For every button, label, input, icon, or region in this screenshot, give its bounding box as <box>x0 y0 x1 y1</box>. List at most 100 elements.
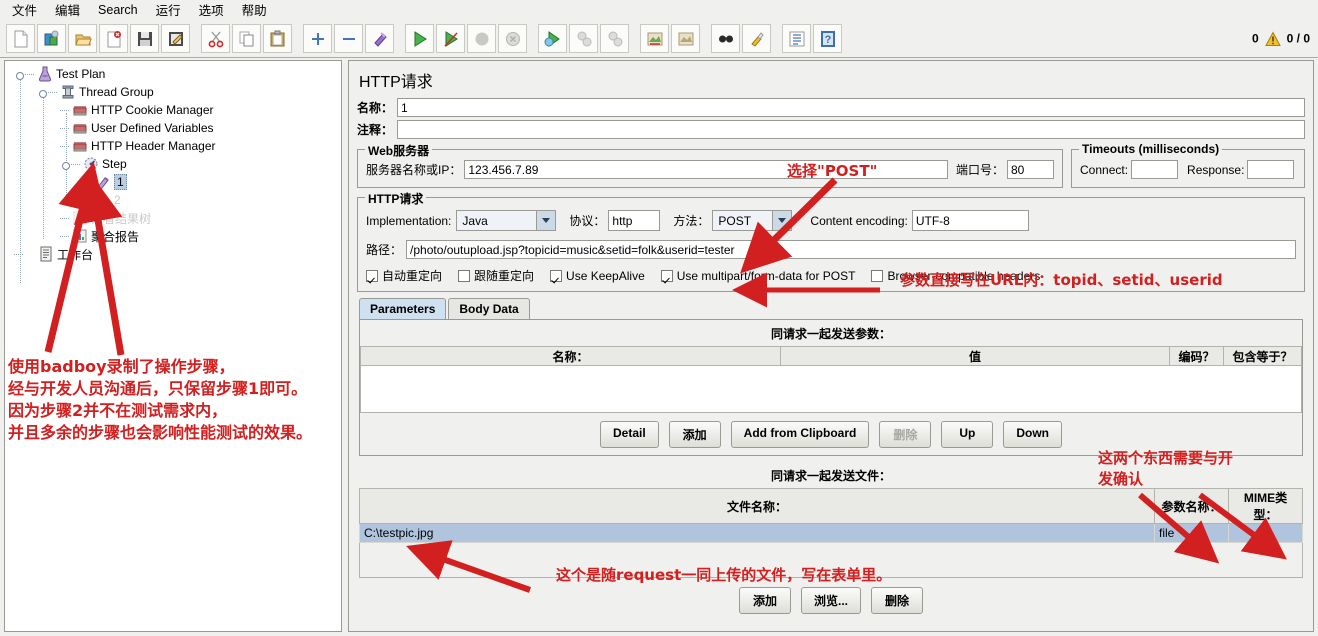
tab-body-data[interactable]: Body Data <box>448 298 530 319</box>
tree-expand-handle-thread-group[interactable] <box>37 87 48 98</box>
port-input[interactable]: 80 <box>1007 160 1054 179</box>
menu-search[interactable]: Search <box>90 1 146 19</box>
chevron-down-icon[interactable] <box>536 211 556 230</box>
search-icon[interactable] <box>711 24 740 53</box>
test-plan-tree-panel[interactable]: Test Plan Thread Group HTTP Cookie Manag… <box>4 60 342 632</box>
checkbox-box[interactable] <box>871 269 884 282</box>
help-icon[interactable]: ? <box>813 24 842 53</box>
files-table[interactable]: 文件名称： 参数名称： MIME类型： C:\testpic.jpg file <box>359 488 1303 543</box>
tree-node-view-results-tree[interactable]: 察看结果树 <box>5 209 341 227</box>
stop-icon[interactable] <box>467 24 496 53</box>
column-header-value[interactable]: 值 <box>780 346 1170 366</box>
column-header-mime-type[interactable]: MIME类型： <box>1228 488 1303 524</box>
shutdown-remote-icon[interactable] <box>600 24 629 53</box>
tree-expand-handle-step[interactable] <box>60 159 71 170</box>
stop-remote-icon[interactable] <box>569 24 598 53</box>
tab-parameters[interactable]: Parameters <box>359 298 447 319</box>
menu-options[interactable]: 选项 <box>191 0 232 21</box>
copy-icon[interactable] <box>232 24 261 53</box>
move-up-button[interactable]: Up <box>941 421 994 448</box>
save-as-icon[interactable] <box>161 24 190 53</box>
checkbox-use-multipart[interactable]: Use multipart/form-data for POST <box>660 269 855 283</box>
thread-counter: 0 / 0 <box>1286 31 1310 46</box>
tree-node-label: 察看结果树 <box>91 211 152 226</box>
tree-node-sampler-1[interactable]: 1 <box>5 173 341 191</box>
menu-help[interactable]: 帮助 <box>234 0 275 21</box>
shutdown-icon[interactable] <box>498 24 527 53</box>
implementation-select[interactable]: Java <box>456 210 557 231</box>
browse-file-button[interactable]: 浏览... <box>800 587 861 614</box>
paste-icon[interactable] <box>263 24 292 53</box>
column-header-file-name[interactable]: 文件名称： <box>359 488 1155 524</box>
checkbox-follow-redirects[interactable]: 跟随重定向 <box>458 267 534 284</box>
name-label: 名称： <box>357 101 394 115</box>
collapse-icon[interactable] <box>334 24 363 53</box>
comment-input[interactable] <box>397 120 1305 139</box>
checkbox-box[interactable] <box>660 269 673 282</box>
new-icon[interactable] <box>6 24 35 53</box>
parameters-table-body[interactable] <box>360 366 1302 413</box>
expand-icon[interactable] <box>303 24 332 53</box>
tree-node-test-plan[interactable]: Test Plan <box>5 65 341 83</box>
menu-run[interactable]: 运行 <box>148 0 189 21</box>
cell-param-name[interactable]: file <box>1154 523 1229 543</box>
tree-node-step[interactable]: Step <box>5 155 341 173</box>
checkbox-browser-compatible-headers[interactable]: Browser-compatible headers <box>871 269 1040 283</box>
add-param-button[interactable]: 添加 <box>668 421 721 448</box>
files-table-empty-area[interactable] <box>359 543 1303 578</box>
protocol-input[interactable]: http <box>608 210 661 231</box>
checkbox-box[interactable] <box>550 269 563 282</box>
checkbox-follow-redirects-auto[interactable]: 自动重定向 <box>366 267 442 284</box>
menu-edit[interactable]: 编辑 <box>47 0 88 21</box>
search-reset-icon[interactable] <box>742 24 771 53</box>
templates-icon[interactable] <box>37 24 66 53</box>
method-select[interactable]: POST <box>712 210 793 231</box>
tree-node-workbench[interactable]: 工作台 <box>5 245 341 263</box>
start-no-timers-icon[interactable] <box>436 24 465 53</box>
tree-node-http-header-manager[interactable]: HTTP Header Manager <box>5 137 341 155</box>
name-input[interactable]: 1 <box>397 98 1305 117</box>
close-icon[interactable] <box>99 24 128 53</box>
parameters-table[interactable]: 名称： 值 编码？ 包含等于？ <box>360 346 1302 366</box>
toggle-icon[interactable] <box>365 24 394 53</box>
function-helper-icon[interactable] <box>782 24 811 53</box>
tree-node-aggregate-report[interactable]: 聚合报告 <box>5 227 341 245</box>
start-icon[interactable] <box>405 24 434 53</box>
start-remote-icon[interactable] <box>538 24 567 53</box>
detail-button[interactable]: Detail <box>599 421 659 448</box>
add-file-button[interactable]: 添加 <box>738 587 791 614</box>
tree-node-thread-group[interactable]: Thread Group <box>5 83 341 101</box>
tree-node-http-cookie-manager[interactable]: HTTP Cookie Manager <box>5 101 341 119</box>
content-encoding-input[interactable]: UTF-8 <box>911 210 1029 231</box>
menu-file[interactable]: 文件 <box>4 0 45 21</box>
clear-icon[interactable] <box>640 24 669 53</box>
cell-mime-type[interactable] <box>1228 523 1303 543</box>
checkbox-use-keepalive[interactable]: Use KeepAlive <box>550 269 645 283</box>
connect-timeout-input[interactable] <box>1131 160 1179 179</box>
parameters-tab-panel: 同请求一起发送参数： 名称： 值 编码？ 包含等于？ Detail 添加 Add… <box>359 319 1303 456</box>
warning-triangle-icon[interactable] <box>1264 30 1281 46</box>
tree-node-user-defined-variables[interactable]: User Defined Variables <box>5 119 341 137</box>
column-header-param-name[interactable]: 参数名称： <box>1154 488 1229 524</box>
path-input[interactable]: /photo/outupload.jsp?topicid=music&setid… <box>406 240 1296 259</box>
response-timeout-input[interactable] <box>1247 160 1295 179</box>
cell-file-name[interactable]: C:\testpic.jpg <box>359 523 1155 543</box>
column-header-encode[interactable]: 编码？ <box>1169 346 1224 366</box>
delete-file-button[interactable]: 删除 <box>871 587 923 614</box>
cut-icon[interactable] <box>201 24 230 53</box>
save-icon[interactable] <box>130 24 159 53</box>
clear-all-icon[interactable] <box>671 24 700 53</box>
column-header-name[interactable]: 名称： <box>360 346 781 366</box>
chevron-down-icon[interactable] <box>772 211 792 230</box>
tree-node-sampler-2[interactable]: 2 <box>5 191 341 209</box>
checkbox-box[interactable] <box>458 269 471 282</box>
open-icon[interactable] <box>68 24 97 53</box>
tree-expand-handle-test-plan[interactable] <box>14 69 25 80</box>
table-row[interactable]: C:\testpic.jpg file <box>359 523 1303 543</box>
add-from-clipboard-button[interactable]: Add from Clipboard <box>730 421 870 448</box>
move-down-button[interactable]: Down <box>1003 421 1063 448</box>
checkbox-box[interactable] <box>366 269 378 282</box>
test-plan-tree[interactable]: Test Plan Thread Group HTTP Cookie Manag… <box>5 61 341 283</box>
host-input[interactable]: 123.456.7.89 <box>464 160 948 179</box>
column-header-include-equals[interactable]: 包含等于？ <box>1223 346 1302 366</box>
